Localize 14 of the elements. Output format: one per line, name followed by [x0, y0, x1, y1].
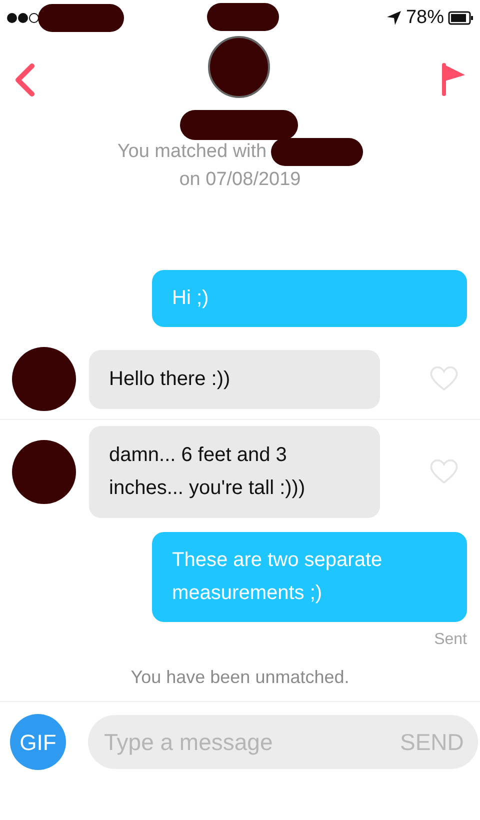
- message-bubble: damn... 6 feet and 3 inches... you're tall :))): [89, 426, 380, 518]
- match-date-text: on 07/08/2019: [179, 168, 301, 192]
- gif-button[interactable]: GIF: [10, 714, 66, 770]
- redaction-mark: [207, 3, 279, 31]
- message-bubble: Hello there :)): [89, 350, 380, 408]
- message-bubble: These are two separate measurements ;): [152, 532, 467, 622]
- battery-percentage: 78%: [406, 6, 444, 30]
- sent-status: Sent: [434, 630, 467, 650]
- match-info-text: You matched with: [117, 140, 267, 164]
- unmatched-notice: You have been unmatched.: [130, 666, 350, 689]
- location-arrow-icon: [386, 10, 402, 26]
- signal-icon: [6, 11, 40, 25]
- battery-icon: [448, 11, 474, 25]
- message-bubble: Hi ;): [152, 270, 467, 327]
